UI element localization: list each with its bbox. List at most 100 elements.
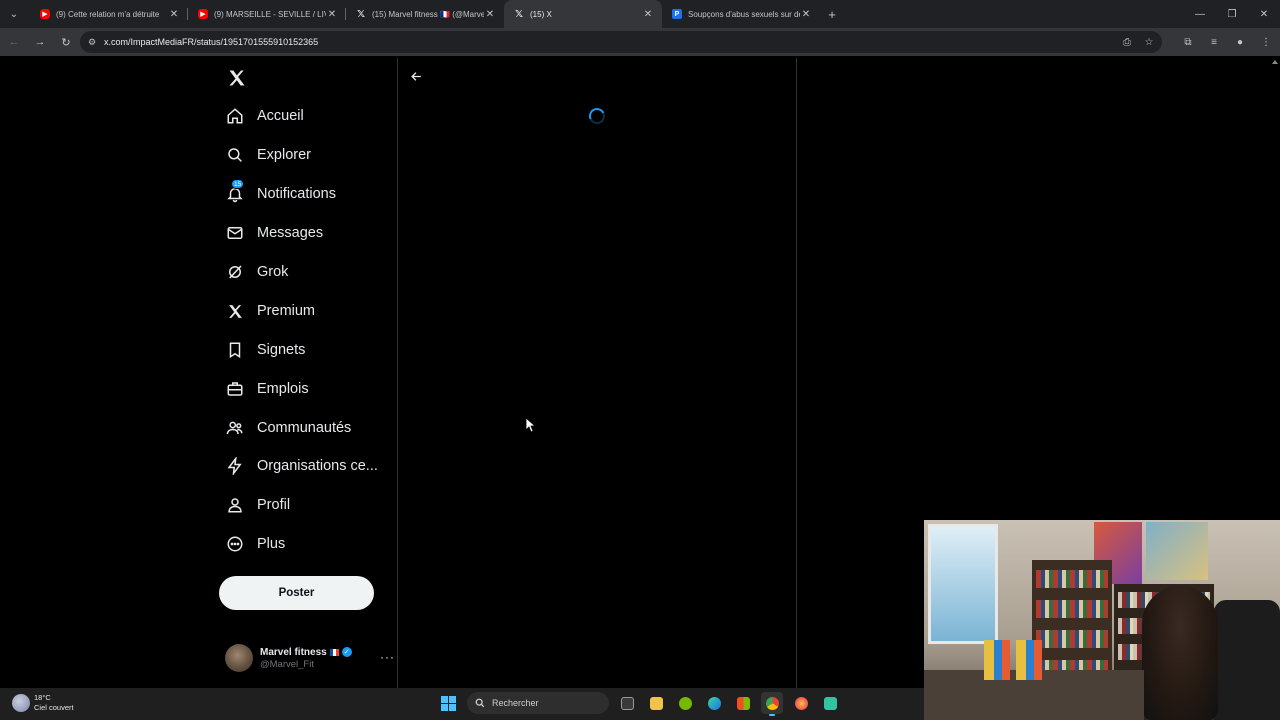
youtube-icon: ▶	[40, 9, 50, 19]
main-column	[397, 58, 797, 688]
tab-title: (15) X	[530, 9, 552, 19]
media-icon[interactable]: ≡	[1206, 34, 1222, 50]
back-arrow-icon[interactable]	[408, 68, 424, 84]
left-sidebar: Accueil Explorer 15 Notifications Messag…	[213, 58, 397, 688]
bottles-image	[984, 640, 1044, 680]
firefox-icon[interactable]	[790, 692, 812, 714]
windows-taskbar: 18°C Ciel couvert Rechercher	[0, 688, 924, 720]
store-icon[interactable]	[732, 692, 754, 714]
search-icon	[225, 145, 245, 165]
avatar	[225, 644, 253, 672]
sidebar-item-label: Grok	[257, 264, 289, 280]
menu-icon[interactable]: ⋮	[1258, 34, 1274, 50]
browser-tab-2[interactable]: ▶ (9) MARSEILLE - SEVILLE / LIVE ✕	[188, 0, 346, 28]
person-icon	[225, 495, 245, 515]
chair-image	[1214, 600, 1280, 720]
close-window-icon[interactable]: ✕	[1248, 0, 1280, 28]
file-explorer-icon[interactable]	[645, 692, 667, 714]
sidebar-item-label: Communautés	[257, 420, 352, 436]
account-name: Marvel fitness	[260, 646, 327, 658]
more-options-icon[interactable]: ···	[380, 650, 395, 664]
window-image	[928, 524, 998, 644]
tab-close-icon[interactable]: ✕	[326, 9, 338, 20]
bookmark-star-icon[interactable]: ☆	[1142, 34, 1156, 50]
briefcase-icon	[225, 379, 245, 399]
grok-icon	[225, 262, 245, 282]
youtube-icon: ▶	[198, 9, 208, 19]
sidebar-item-accueil[interactable]: Accueil	[225, 100, 304, 132]
account-switcher[interactable]: Marvel fitness ✓ @Marvel_Fit ···	[225, 640, 395, 676]
tab-title: Soupçons d'abus sexuels sur de	[688, 9, 800, 19]
sidebar-item-label: Notifications	[257, 186, 336, 202]
sidebar-item-label: Emplois	[257, 381, 309, 397]
chrome-icon[interactable]	[761, 692, 783, 716]
verified-badge-icon: ✓	[341, 647, 352, 657]
edge-icon[interactable]	[703, 692, 725, 714]
notification-badge: 15	[231, 179, 245, 189]
temperature: 18°C	[34, 693, 51, 702]
people-icon	[225, 418, 245, 438]
sidebar-item-communautes[interactable]: Communautés	[225, 412, 351, 444]
sidebar-item-label: Premium	[257, 303, 316, 319]
site-info-icon[interactable]: ⚙	[80, 37, 104, 48]
weather-widget[interactable]: 18°C Ciel couvert	[12, 693, 74, 713]
mouse-cursor-icon	[525, 417, 537, 433]
tab-close-icon[interactable]: ✕	[484, 9, 496, 20]
home-icon	[225, 106, 245, 126]
screen: ⌄ ▶ (9) Cette relation m'a détruite ✕ ▶ …	[0, 0, 1280, 720]
install-app-icon[interactable]: ⎙	[1120, 34, 1134, 50]
sidebar-item-explorer[interactable]: Explorer	[225, 139, 311, 171]
sidebar-item-messages[interactable]: Messages	[225, 217, 323, 249]
sidebar-item-grok[interactable]: Grok	[225, 256, 288, 288]
browser-toolbar: ← → ↻ ⚙ x.com/ImpactMediaFR/status/19517…	[0, 28, 1280, 56]
sidebar-item-label: Profil	[257, 497, 291, 513]
tab-close-icon[interactable]: ✕	[800, 9, 812, 20]
forward-arrow-icon[interactable]: →	[28, 30, 52, 54]
reload-icon[interactable]: ↻	[54, 30, 78, 54]
taskbar-apps: Rechercher	[437, 692, 841, 716]
account-name-row: Marvel fitness ✓	[260, 647, 352, 658]
minimize-icon[interactable]: —	[1184, 0, 1216, 28]
tab-close-icon[interactable]: ✕	[168, 9, 180, 20]
nvidia-icon[interactable]	[674, 692, 696, 714]
post-button[interactable]: Poster	[219, 576, 374, 610]
sidebar-item-label: Signets	[257, 342, 306, 358]
sidebar-item-plus[interactable]: Plus	[225, 528, 285, 560]
task-view-icon[interactable]	[616, 692, 638, 714]
restore-icon[interactable]: ❐	[1216, 0, 1248, 28]
bookmark-icon	[225, 340, 245, 360]
window-controls: — ❐ ✕	[1184, 0, 1280, 28]
back-arrow-icon[interactable]: ←	[2, 30, 26, 54]
sidebar-item-label: Accueil	[257, 108, 304, 124]
tab-close-icon[interactable]: ✕	[642, 9, 654, 20]
x-logo-icon[interactable]	[223, 64, 251, 92]
browser-tab-3[interactable]: 𝕏 (15) Marvel fitness 🇫🇷 (@Marvel ✕	[346, 0, 504, 28]
x-logo-icon	[225, 301, 245, 321]
tab-title: (15) Marvel fitness 🇫🇷 (@Marvel	[372, 9, 484, 19]
cloud-icon	[12, 694, 30, 712]
sidebar-item-notifications[interactable]: 15 Notifications	[225, 178, 336, 210]
sidebar-item-label: Organisations ce...	[257, 458, 378, 474]
browser-tab-1[interactable]: ▶ (9) Cette relation m'a détruite ✕	[30, 0, 188, 28]
windows-start-icon[interactable]	[437, 692, 459, 714]
sidebar-item-premium[interactable]: Premium	[225, 295, 315, 327]
tab-search-icon[interactable]: ⌄	[6, 6, 22, 22]
weather-text: Ciel couvert	[34, 703, 74, 712]
browser-tab-4[interactable]: 𝕏 (15) X ✕	[504, 0, 662, 28]
p-icon: P	[672, 9, 682, 19]
browser-tab-5[interactable]: P Soupçons d'abus sexuels sur de ✕	[662, 0, 820, 28]
sidebar-item-emplois[interactable]: Emplois	[225, 373, 309, 405]
taskbar-search[interactable]: Rechercher	[467, 692, 609, 714]
address-bar[interactable]: ⚙ x.com/ImpactMediaFR/status/19517015559…	[80, 31, 1162, 53]
sidebar-item-organisations[interactable]: Organisations ce...	[225, 450, 378, 482]
sidebar-item-signets[interactable]: Signets	[225, 334, 305, 366]
taskbar-search-placeholder: Rechercher	[492, 698, 539, 708]
profile-icon[interactable]: ●	[1232, 34, 1248, 50]
sidebar-item-profil[interactable]: Profil	[225, 489, 290, 521]
new-tab-button[interactable]: +	[822, 7, 842, 22]
extensions-icon[interactable]: ⧉	[1180, 34, 1196, 50]
sidebar-item-label: Messages	[257, 225, 324, 241]
loading-spinner	[586, 105, 608, 127]
streamlabs-icon[interactable]	[819, 692, 841, 714]
browser-tab-strip: ⌄ ▶ (9) Cette relation m'a détruite ✕ ▶ …	[0, 0, 1280, 28]
